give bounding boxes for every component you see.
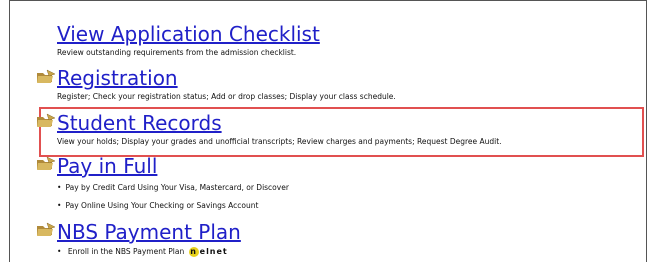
folder-arrow-icon [37,156,56,170]
pay-online-item: Pay Online Using Your Checking or Saving… [57,201,258,211]
student-records-description: View your holds; Display your grades and… [57,137,502,146]
folder-arrow-icon [37,69,56,83]
nelnet-logo-text: elnet [199,247,228,256]
nbs-payment-plan-link[interactable]: NBS Payment Plan [57,221,241,243]
nbs-enroll-text: Enroll in the NBS Payment Plan [67,247,185,256]
folder-arrow-icon [37,222,56,236]
registration-link[interactable]: Registration [57,67,178,89]
nbs-enroll-item: Enroll in the NBS Payment Plan n elnet [57,247,228,257]
pay-credit-card-item: Pay by Credit Card Using Your Visa, Mast… [57,183,288,193]
pay-in-full-link[interactable]: Pay in Full [57,155,157,177]
view-application-checklist-link[interactable]: View Application Checklist [57,23,320,45]
checklist-description: Review outstanding requirements from the… [57,48,297,57]
student-records-link[interactable]: Student Records [57,112,222,134]
nelnet-logo: n elnet [188,247,228,257]
folder-arrow-icon [37,113,56,127]
registration-description: Register; Check your registration status… [57,92,396,101]
nelnet-logo-letter: n [188,247,199,257]
